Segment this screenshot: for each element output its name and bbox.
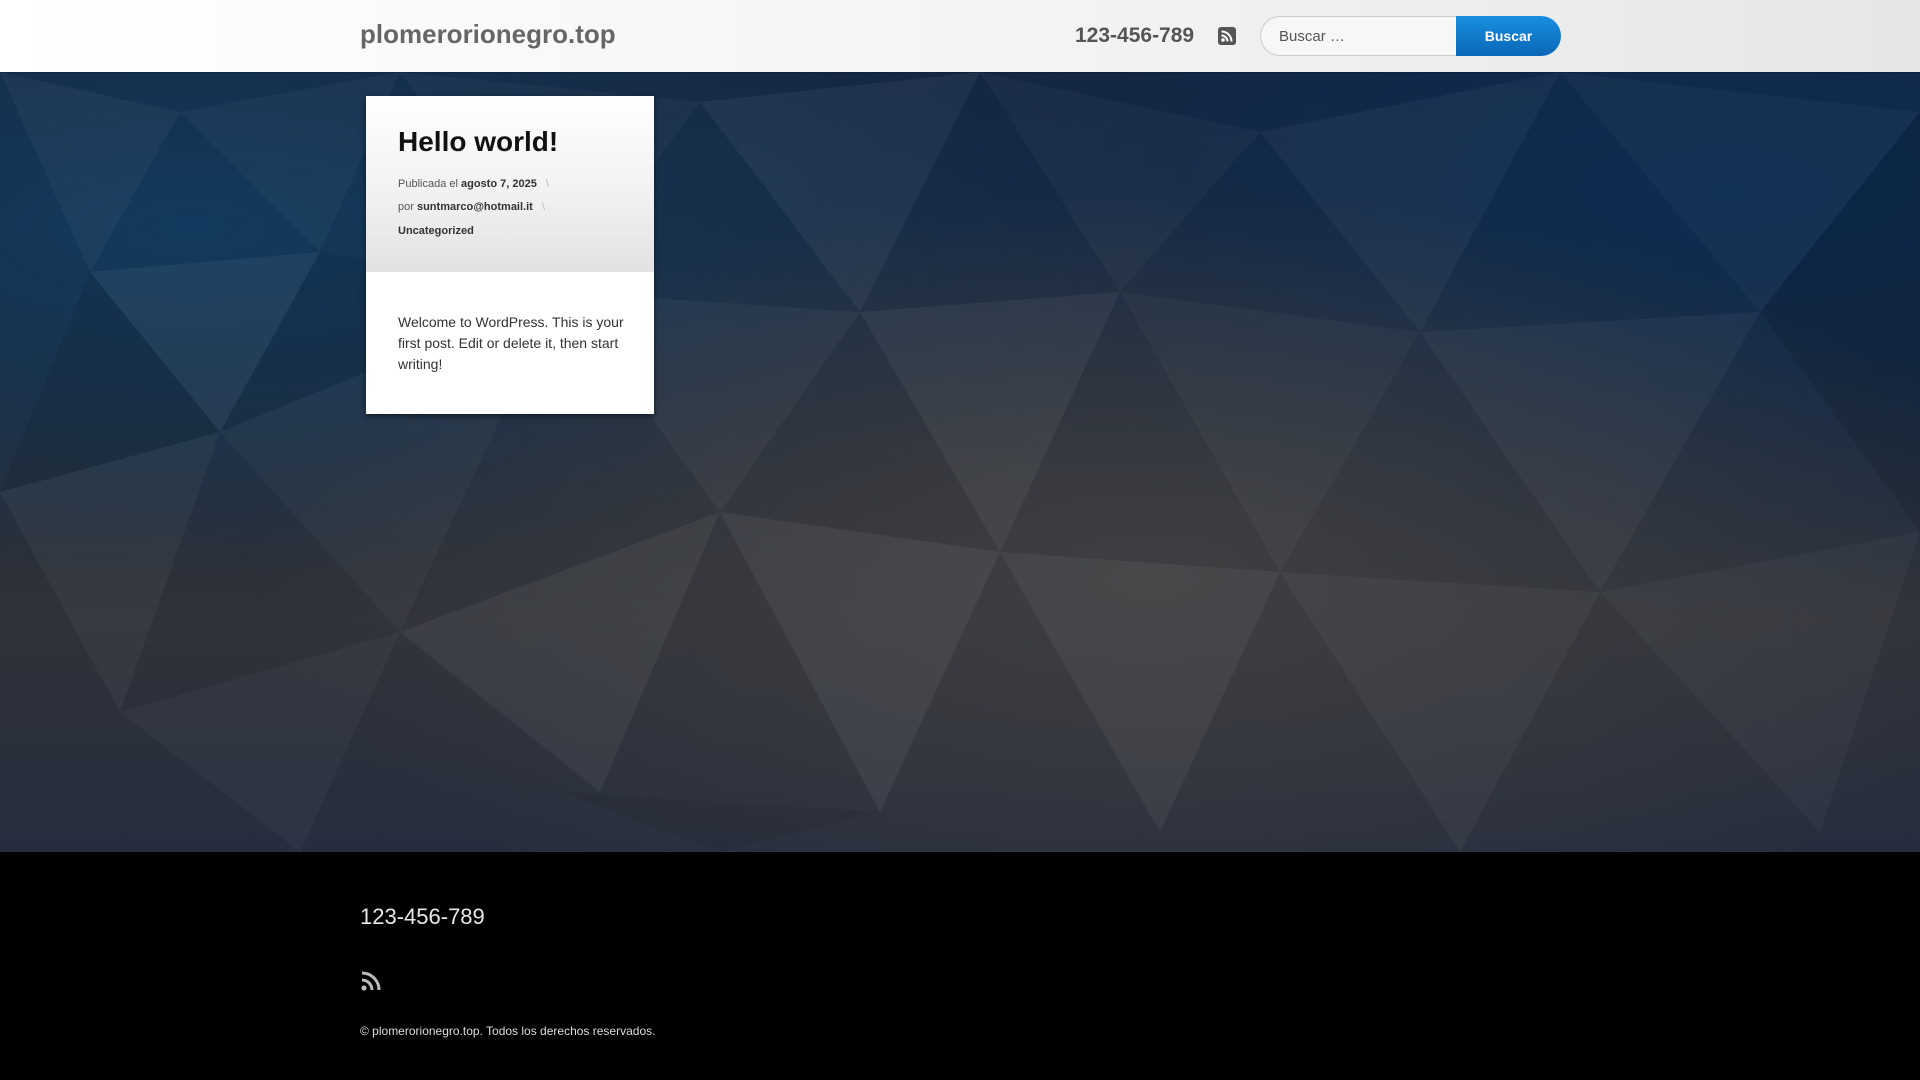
published-prefix: Publicada el — [398, 178, 458, 190]
post-author-meta: por suntmarco@hotmail.it \ — [398, 201, 545, 213]
copyright: © plomerorionegro.top. Todos los derecho… — [360, 1024, 656, 1038]
meta-separator: \ — [545, 178, 549, 190]
author-prefix: por — [398, 201, 414, 213]
post-author-link[interactable]: suntmarco@hotmail.it — [417, 201, 533, 213]
post-excerpt: Welcome to WordPress. This is your first… — [398, 314, 624, 372]
post-category-link[interactable]: Uncategorized — [398, 225, 474, 237]
post-date-link[interactable]: agosto 7, 2025 — [461, 178, 537, 190]
post-card: Hello world! Publicada el agosto 7, 2025… — [366, 96, 654, 414]
rss-icon[interactable] — [360, 970, 382, 992]
site-title-link[interactable]: plomerorionegro.top — [360, 19, 616, 50]
footer-phone: 123-456-789 — [360, 904, 485, 929]
post-title[interactable]: Hello world! — [398, 126, 558, 158]
post-header: Hello world! Publicada el agosto 7, 2025… — [366, 96, 654, 272]
meta-separator: \ — [541, 201, 545, 213]
post-date-meta: Publicada el agosto 7, 2025 \ — [398, 178, 549, 190]
search-input[interactable] — [1260, 16, 1456, 56]
search-button[interactable]: Buscar — [1456, 16, 1561, 56]
header-phone: 123-456-789 — [1075, 24, 1195, 47]
site-footer: 123-456-789 © plomerorionegro.top. Todos… — [0, 852, 1920, 1080]
site-header: plomerorionegro.top 123-456-789 Buscar — [0, 0, 1920, 72]
rss-icon[interactable] — [1218, 27, 1236, 45]
background-pattern — [0, 72, 1920, 852]
